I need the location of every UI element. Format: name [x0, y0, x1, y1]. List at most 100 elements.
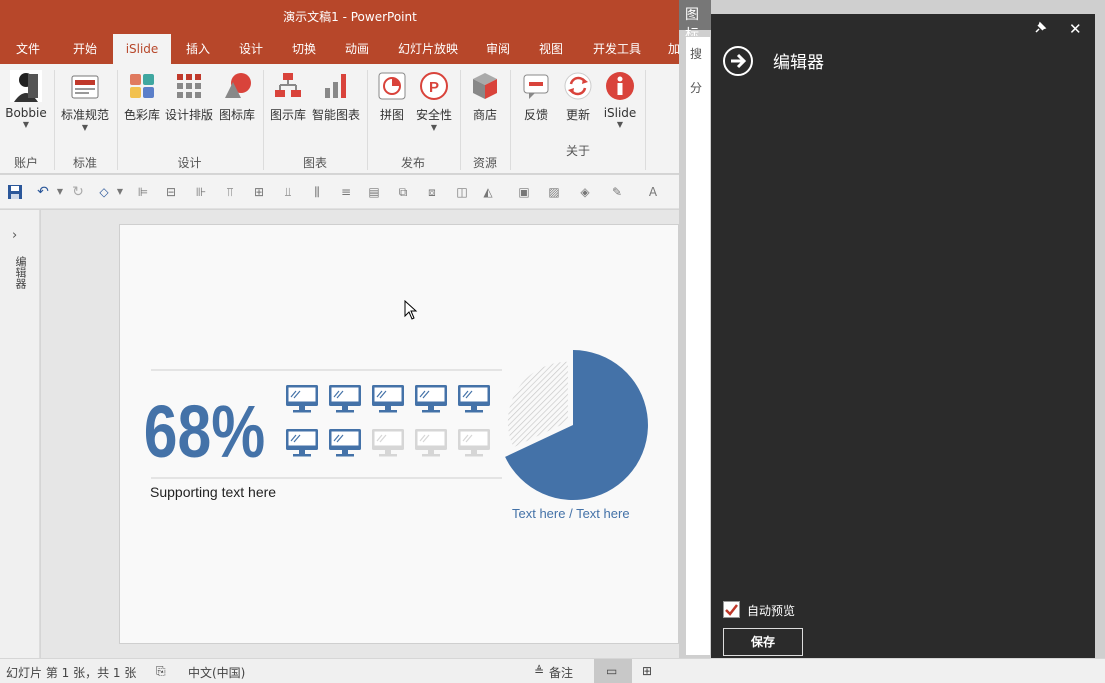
icon-library-category[interactable]: 分: [690, 79, 702, 96]
info-icon: [604, 70, 636, 102]
group-label-publish: 发布: [400, 156, 425, 170]
standard-icon: [69, 70, 101, 102]
align-right-icon[interactable]: ⊪: [193, 184, 209, 200]
monitor-icon: [458, 429, 490, 457]
group-label-chart: 图表: [302, 156, 327, 170]
store-button[interactable]: 商店: [465, 70, 505, 123]
monitor-icon: [372, 385, 404, 413]
pin-icon[interactable]: [1033, 21, 1047, 35]
align-middle-icon[interactable]: ⊞: [251, 184, 267, 200]
window-title: 演示文稿1 - PowerPoint: [283, 10, 417, 24]
language-status[interactable]: 中文(中国): [188, 664, 245, 681]
standard-label: 标准规范: [60, 108, 109, 122]
arrow-right-icon[interactable]: [723, 46, 753, 76]
group-icon[interactable]: ⧉: [395, 184, 411, 200]
align-left-icon[interactable]: ⊫: [135, 184, 151, 200]
font-color-icon[interactable]: A: [645, 184, 661, 200]
collage-icon: [376, 70, 408, 102]
undo-icon[interactable]: ↶: [35, 184, 51, 200]
distribute-horizontal-icon[interactable]: ⫼: [309, 184, 325, 200]
smart-chart-button[interactable]: 智能图表: [309, 70, 363, 123]
textbox-icon[interactable]: ▤: [366, 184, 382, 200]
fill-icon[interactable]: ◈: [577, 184, 593, 200]
tab-slideshow[interactable]: 幻灯片放映: [390, 34, 466, 64]
tab-transitions[interactable]: 切换: [282, 34, 326, 64]
tab-islide[interactable]: iSlide: [113, 34, 171, 64]
group-divider: [510, 70, 511, 170]
save-icon[interactable]: [7, 184, 23, 200]
slide-sorter-icon[interactable]: ⊞: [642, 664, 652, 678]
standard-button[interactable]: 标准规范 ▼: [58, 70, 112, 133]
color-library-button[interactable]: 色彩库: [121, 70, 163, 123]
diagram-library-button[interactable]: 图示库: [267, 70, 309, 123]
icon-library-titlebar: 图标库: [679, 0, 711, 63]
icon-library-search[interactable]: 搜: [690, 45, 702, 62]
tab-home[interactable]: 开始: [62, 34, 108, 64]
chevron-down-icon: ▼: [616, 120, 624, 129]
shapes-icon[interactable]: ◇: [96, 184, 112, 200]
monitor-icon: [286, 385, 318, 413]
slide-graphics: 68%: [144, 350, 648, 500]
chevron-right-icon[interactable]: ›: [12, 228, 17, 243]
auto-preview-checkbox[interactable]: [723, 601, 740, 618]
layout-button[interactable]: 设计排版: [164, 70, 214, 123]
account-user-name: Bobbie: [5, 106, 47, 120]
avatar: [10, 70, 42, 102]
icon-library-list[interactable]: 搜 分: [685, 36, 711, 656]
smart-chart-label: 智能图表: [311, 108, 360, 122]
chart-caption: Text here / Text here: [512, 506, 630, 521]
store-label: 商店: [472, 108, 497, 122]
redo-icon[interactable]: ↻: [70, 184, 86, 200]
tab-design[interactable]: 设计: [229, 34, 273, 64]
chevron-down-icon: ▼: [81, 123, 89, 132]
tab-insert[interactable]: 插入: [176, 34, 220, 64]
group-divider: [117, 70, 118, 170]
security-button[interactable]: P 安全性 ▼: [414, 70, 454, 133]
group-divider: [645, 70, 646, 170]
feedback-icon: [520, 70, 552, 102]
collage-button[interactable]: 拼图: [372, 70, 412, 123]
mouse-cursor-icon: [404, 299, 418, 323]
layout-label: 设计排版: [164, 108, 213, 122]
slide-canvas[interactable]: 68% Supporting text here Text here / Tex…: [119, 224, 679, 644]
org-chart-icon: [272, 70, 304, 102]
outline-icon[interactable]: ✎: [609, 184, 625, 200]
status-bar: 幻灯片 第 1 张，共 1 张 ⎘ 中文(中国) ≜ 备注 ▭ ⊞: [0, 658, 1105, 683]
notes-icon: ≜: [534, 664, 545, 678]
pie-chart: [505, 350, 648, 500]
tab-file[interactable]: 文件: [8, 34, 48, 64]
icon-library-button[interactable]: 图标库: [216, 70, 258, 123]
close-icon[interactable]: ✕: [1069, 20, 1082, 38]
ungroup-icon[interactable]: ⧈: [424, 184, 440, 200]
palette-icon: [126, 70, 158, 102]
spellcheck-icon[interactable]: ⎘: [156, 664, 166, 679]
tab-review[interactable]: 审阅: [476, 34, 520, 64]
side-pane-label[interactable]: 编辑器: [12, 256, 28, 289]
rotate-icon[interactable]: ◭: [480, 184, 496, 200]
crop-icon[interactable]: ▣: [516, 184, 532, 200]
align-top-icon[interactable]: ⫪: [222, 184, 238, 200]
shapes-icon: [221, 70, 253, 102]
monitor-icon: [415, 385, 447, 413]
chevron-down-icon[interactable]: ▼: [52, 184, 68, 200]
chevron-down-icon[interactable]: ▼: [112, 184, 128, 200]
distribute-vertical-icon[interactable]: ≡: [338, 184, 354, 200]
tab-animations[interactable]: 动画: [335, 34, 379, 64]
normal-view-icon: ▭: [606, 664, 618, 678]
account-button[interactable]: Bobbie ▼: [4, 70, 48, 130]
feedback-button[interactable]: 反馈: [516, 70, 556, 123]
bring-front-icon[interactable]: ◫: [454, 184, 470, 200]
notes-button[interactable]: 备注: [549, 664, 573, 681]
align-bottom-icon[interactable]: ⫫: [280, 184, 296, 200]
group-label-standard: 标准: [72, 156, 97, 170]
save-button[interactable]: 保存: [723, 628, 803, 656]
monitor-icon: [286, 429, 318, 457]
security-label: 安全性: [415, 108, 452, 122]
islide-about-button[interactable]: iSlide ▼: [600, 70, 640, 130]
tab-developer[interactable]: 开发工具: [586, 34, 648, 64]
update-button[interactable]: 更新: [558, 70, 598, 123]
monitor-icon: [458, 385, 490, 413]
tab-view[interactable]: 视图: [529, 34, 573, 64]
picture-icon[interactable]: ▨: [546, 184, 562, 200]
align-center-icon[interactable]: ⊟: [163, 184, 179, 200]
